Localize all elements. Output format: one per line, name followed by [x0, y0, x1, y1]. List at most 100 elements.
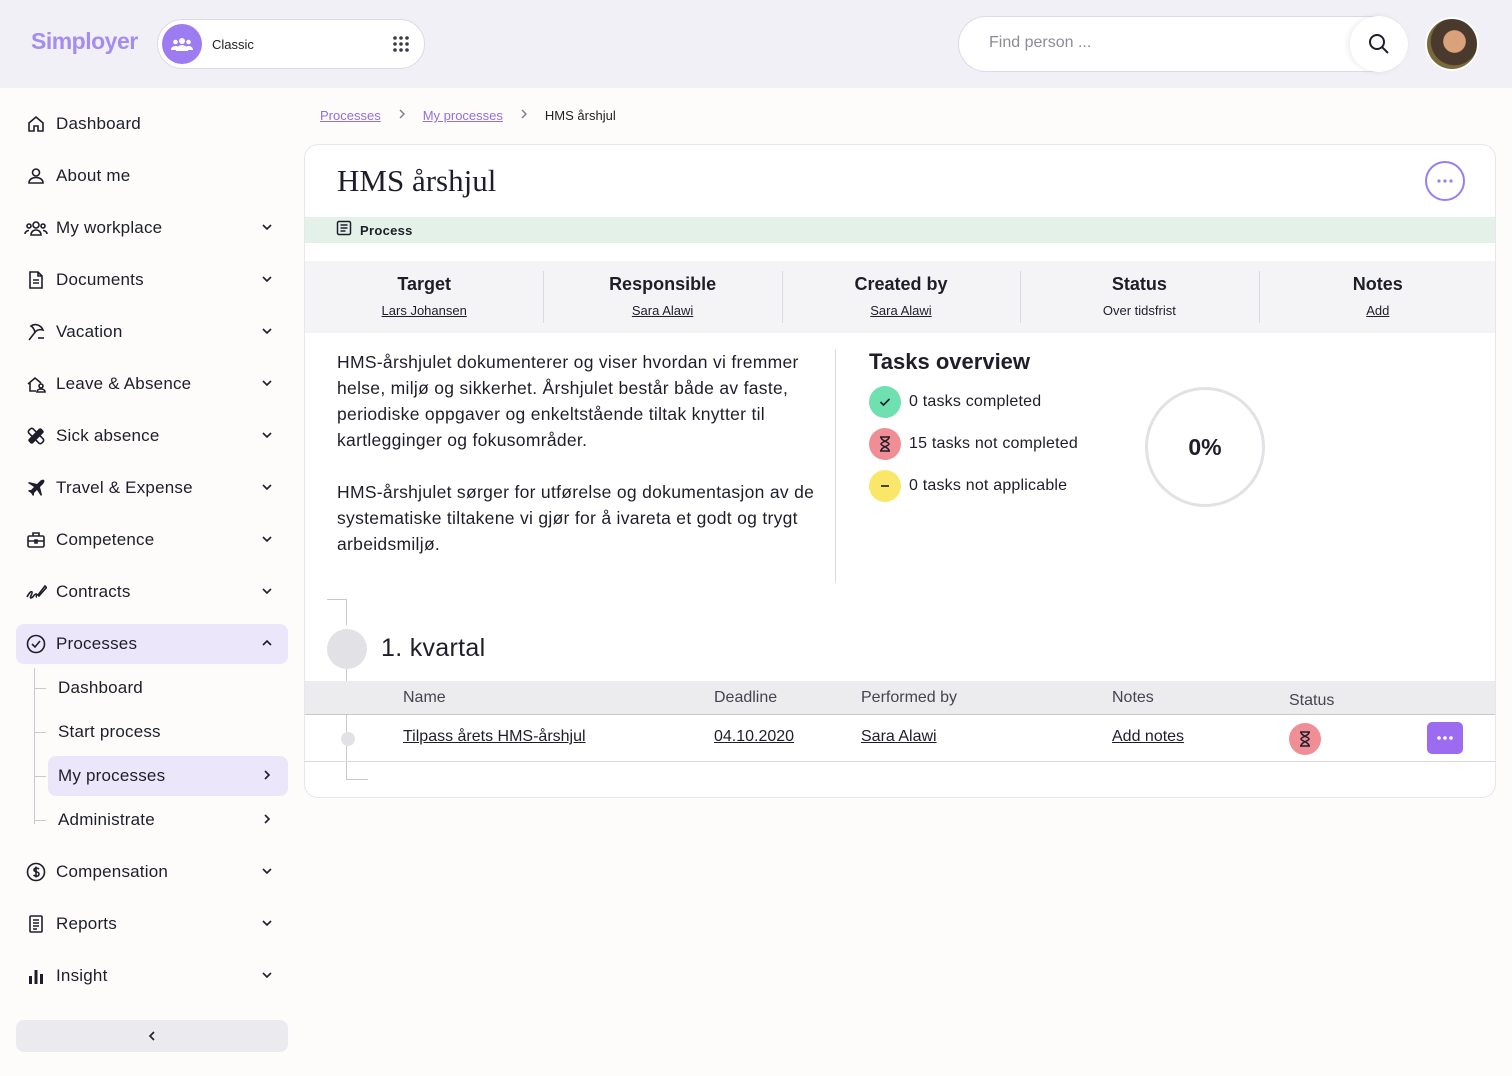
- info-heading: Target: [397, 274, 452, 294]
- target-link[interactable]: Lars Johansen: [305, 303, 543, 318]
- info-target: Target Lars Johansen: [305, 261, 543, 333]
- breadcrumb: Processes My processes HMS årshjul: [320, 108, 616, 123]
- sidebar-item-insight[interactable]: Insight: [16, 956, 288, 996]
- sidebar-item-about-me[interactable]: About me: [16, 156, 288, 196]
- tasks-not-completed-row: 15 tasks not completed: [869, 428, 1078, 460]
- more-icon: [1437, 736, 1453, 740]
- tree-tick: [34, 820, 46, 821]
- report-icon: [16, 904, 56, 944]
- sidebar-item-travel-expense[interactable]: Travel & Expense: [16, 468, 288, 508]
- sidebar-item-label: Insight: [56, 966, 108, 985]
- timeline-connector: [327, 599, 347, 600]
- search-icon: [1369, 34, 1389, 54]
- tree-tick: [34, 688, 46, 689]
- sidebar-subitem-administrate[interactable]: Administrate: [48, 800, 288, 840]
- progress-percent: 0%: [1188, 433, 1222, 460]
- sidebar-subitem-start-process[interactable]: Start process: [48, 712, 288, 752]
- task-deadline[interactable]: 04.10.2020: [714, 728, 794, 746]
- chevron-down-icon: [260, 480, 274, 499]
- task-performer-link[interactable]: Sara Alawi: [861, 728, 937, 746]
- chevron-right-icon: [260, 812, 274, 831]
- sidebar-item-documents[interactable]: Documents: [16, 260, 288, 300]
- hourglass-icon: [869, 428, 901, 460]
- breadcrumb-current: HMS årshjul: [544, 108, 616, 123]
- chevron-down-icon: [260, 532, 274, 551]
- process-icon: [336, 220, 352, 241]
- more-icon: [1437, 179, 1453, 183]
- sidebar-item-leave-absence[interactable]: Leave & Absence: [16, 364, 288, 404]
- tasks-not-completed-label: 15 tasks not completed: [909, 435, 1078, 452]
- chevron-down-icon: [260, 584, 274, 603]
- sidebar-item-dashboard[interactable]: Dashboard: [16, 104, 288, 144]
- sidebar-subitem-label: Dashboard: [58, 678, 143, 697]
- tasks-not-applicable-row: 0 tasks not applicable: [869, 470, 1067, 502]
- column-header-name: Name: [403, 689, 446, 706]
- breadcrumb-link-my-processes[interactable]: My processes: [423, 108, 503, 123]
- minus-icon: [869, 470, 901, 502]
- bar-chart-icon: [16, 956, 56, 996]
- add-note-link[interactable]: Add: [1259, 303, 1495, 318]
- sidebar-item-label: About me: [56, 166, 131, 185]
- sidebar-item-competence[interactable]: Competence: [16, 520, 288, 560]
- sidebar-subitem-dashboard[interactable]: Dashboard: [48, 668, 288, 708]
- document-icon: [16, 260, 56, 300]
- add-notes-link[interactable]: Add notes: [1112, 728, 1184, 746]
- top-bar: Simployer Classic: [0, 0, 1512, 88]
- collapse-sidebar-button[interactable]: [16, 1020, 288, 1052]
- chevron-down-icon: [260, 428, 274, 447]
- user-avatar[interactable]: [1425, 17, 1479, 71]
- sidebar-item-label: Documents: [56, 270, 144, 289]
- status-value: Over tidsfrist: [1102, 303, 1176, 318]
- search-button[interactable]: [1350, 16, 1408, 72]
- created-by-link[interactable]: Sara Alawi: [782, 303, 1020, 318]
- sidebar-subitem-my-processes[interactable]: My processes: [48, 756, 288, 796]
- sidebar: Dashboard About me My workplace Document…: [0, 88, 300, 1076]
- chevron-up-icon: [260, 636, 274, 655]
- group-icon: [162, 24, 202, 64]
- task-name-link[interactable]: Tilpass årets HMS-årshjul: [403, 728, 586, 746]
- sidebar-item-my-workplace[interactable]: My workplace: [16, 208, 288, 248]
- person-search: [958, 16, 1408, 72]
- chevron-left-icon: [148, 1031, 155, 1041]
- tree-line: [34, 668, 35, 824]
- workspace-switcher[interactable]: Classic: [157, 19, 425, 69]
- responsible-link[interactable]: Sara Alawi: [543, 303, 781, 318]
- process-type-bar: Process: [305, 217, 1495, 243]
- row-actions-button[interactable]: [1427, 722, 1463, 754]
- info-notes: Notes Add: [1258, 261, 1495, 333]
- more-options-button[interactable]: [1425, 161, 1465, 201]
- plane-icon: [16, 468, 56, 508]
- divider: [835, 349, 836, 583]
- info-heading: Status: [1111, 274, 1167, 294]
- sidebar-item-label: Dashboard: [56, 114, 141, 133]
- info-status: Status Over tidsfrist: [1020, 261, 1258, 333]
- sidebar-item-vacation[interactable]: Vacation: [16, 312, 288, 352]
- timeline-dot: [341, 732, 355, 746]
- sidebar-item-label: Travel & Expense: [56, 478, 193, 497]
- sidebar-item-sick-absence[interactable]: Sick absence: [16, 416, 288, 456]
- search-input[interactable]: [989, 34, 1329, 52]
- info-responsible: Responsible Sara Alawi: [543, 261, 781, 333]
- bandage-icon: [16, 416, 56, 456]
- sidebar-item-compensation[interactable]: Compensation: [16, 852, 288, 892]
- tree-tick: [34, 776, 46, 777]
- sidebar-item-reports[interactable]: Reports: [16, 904, 288, 944]
- column-header-deadline: Deadline: [714, 689, 778, 706]
- apps-grid-icon[interactable]: [392, 35, 410, 58]
- quarter-marker: [327, 629, 367, 669]
- info-heading: Created by: [854, 274, 948, 294]
- check-icon: [869, 386, 901, 418]
- process-description: HMS-årshjulet dokumenterer og viser hvor…: [337, 349, 817, 557]
- sidebar-item-processes[interactable]: Processes: [16, 624, 288, 664]
- chevron-down-icon: [260, 220, 274, 239]
- info-heading: Responsible: [609, 274, 717, 294]
- sidebar-item-contracts[interactable]: Contracts: [16, 572, 288, 612]
- chevron-down-icon: [260, 324, 274, 343]
- breadcrumb-link-processes[interactable]: Processes: [320, 108, 381, 123]
- chevron-down-icon: [260, 916, 274, 935]
- task-table-header: Name Deadline Performed by Notes Status: [305, 681, 1495, 715]
- tasks-completed-label: 0 tasks completed: [909, 393, 1042, 410]
- sidebar-item-label: My workplace: [56, 218, 163, 237]
- tree-tick: [34, 732, 46, 733]
- logo[interactable]: Simployer: [31, 28, 138, 55]
